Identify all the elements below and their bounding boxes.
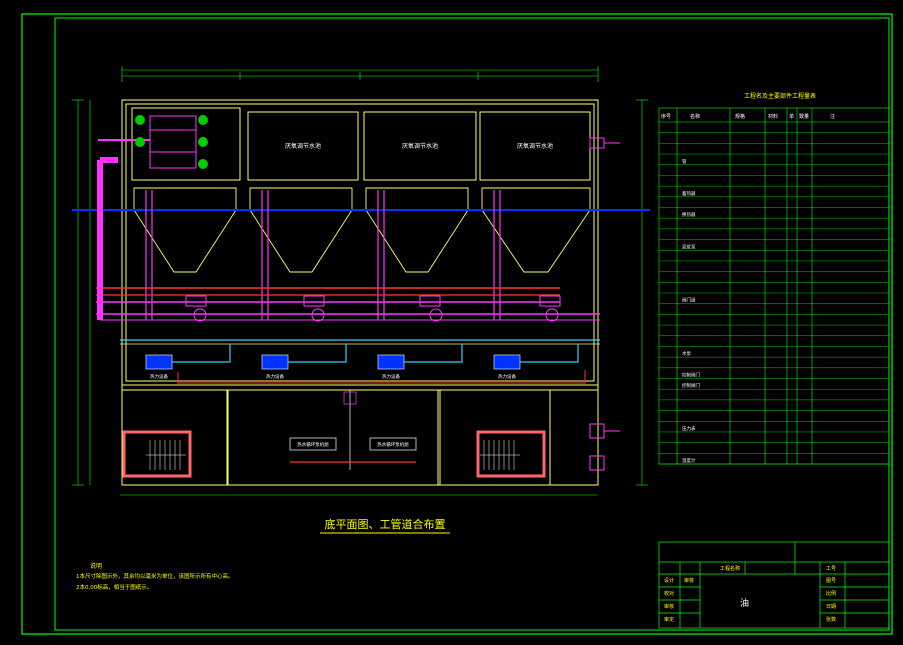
tank-label-1: 厌氧调节水池 — [285, 142, 321, 150]
tb-left-2: 审核 — [664, 603, 674, 610]
table-row-label: 管 — [682, 158, 687, 165]
table-row-label: 阀门组 — [682, 297, 696, 304]
outer-frame — [21, 13, 893, 635]
tb-right-3: 张数 — [826, 616, 836, 623]
tb-work-no: 工号 — [826, 566, 836, 572]
pump-room — [289, 390, 417, 470]
notes-heading: 说明 — [90, 562, 102, 570]
tb-design: 设计 — [664, 577, 674, 584]
hopper-row — [133, 187, 591, 273]
tank-label-3: 厌氧调节水池 — [517, 142, 553, 150]
tb-project: 工程名称 — [720, 565, 740, 572]
main-pipes — [96, 139, 600, 345]
pump-label-2: 热水循环泵机组 — [377, 441, 409, 448]
building-walls — [121, 99, 599, 486]
table-row-label: 温度计 — [682, 457, 696, 464]
drawing-title: 底平面图、工管道合布置 — [325, 517, 446, 531]
inner-frame — [54, 17, 890, 631]
tb-check: 审核 — [684, 577, 694, 584]
table-row-label: 压力表 — [682, 425, 696, 432]
table-header-name: 名称 — [690, 113, 700, 120]
table-row-label: 换热器 — [682, 211, 696, 218]
stair-right — [476, 430, 546, 478]
table-row-label: 蓄热器 — [682, 190, 696, 197]
table-header-unit: 单 — [789, 113, 794, 120]
stair-left — [122, 430, 192, 478]
table-row-label: 泥浆泵 — [682, 243, 696, 250]
tb-name: 油 — [740, 597, 749, 609]
table-header-spec: 规格 — [735, 113, 745, 120]
valve-assemblies — [185, 295, 561, 322]
table-row-label: 控制阀门 — [682, 372, 700, 379]
notes-line-2: 2本0.00标高，相当于图纸示。 — [76, 583, 152, 591]
equip-label-4: 热力设备 — [498, 373, 516, 380]
table-header-note: 注 — [830, 113, 835, 120]
equip-label-2: 热力设备 — [266, 373, 284, 380]
pump-label-1: 热水循环泵机组 — [297, 441, 329, 448]
table-row-label: 水泵 — [682, 350, 691, 357]
table-row-label: 控制阀门 — [682, 382, 700, 389]
green-valves — [135, 115, 208, 169]
title-block — [658, 541, 890, 629]
table-header-no: 序号 — [661, 113, 671, 120]
table-title: 工程名及主要部件工程量表 — [744, 92, 816, 100]
tb-right-1: 比例 — [826, 590, 836, 597]
equip-label-3: 热力设备 — [382, 373, 400, 380]
tb-right-2: 日期 — [826, 604, 836, 610]
table-header-qty: 数量 — [799, 113, 809, 120]
tb-drawing-no: 图号 — [826, 578, 836, 584]
tb-left-1: 校对 — [664, 590, 674, 597]
equip-label-1: 热力设备 — [150, 373, 168, 380]
equipment-row — [145, 344, 586, 384]
tb-left-3: 审定 — [664, 616, 674, 623]
notes-line-1: 1本尺寸除图示外，其余均以毫米为单位，该图所示所有中心高。 — [76, 572, 234, 580]
tank-label-2: 厌氧调节水池 — [402, 142, 438, 150]
table-header-material: 材料 — [768, 113, 778, 120]
cad-drawing-canvas: 厌氧调节水池 厌氧调节水池 厌氧调节水池 热力设备 热力设备 热力设备 热力设备… — [21, 13, 893, 635]
